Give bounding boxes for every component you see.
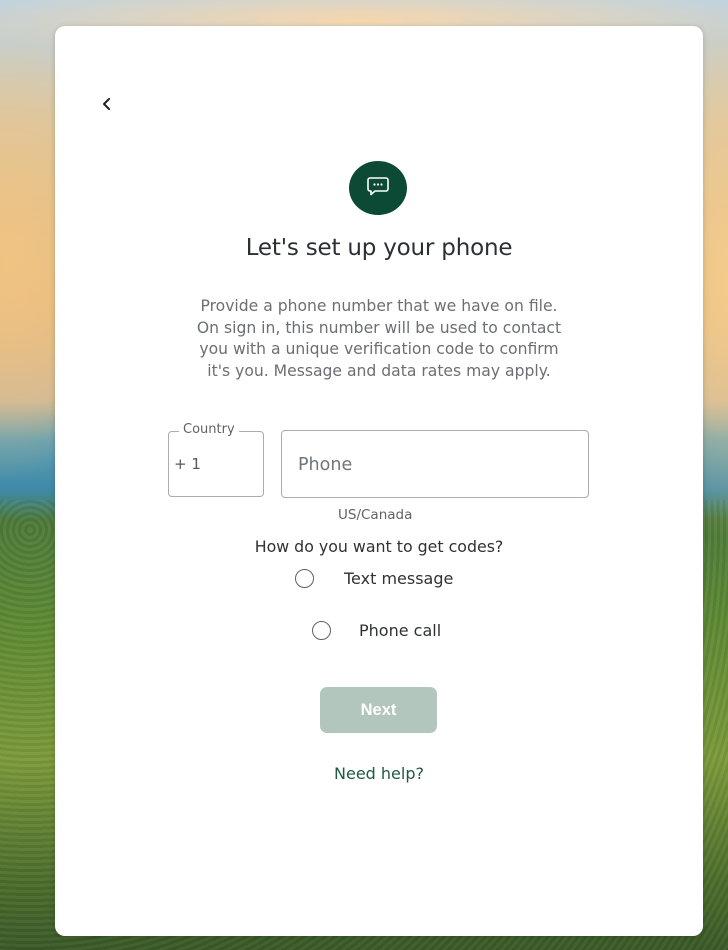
phone-input[interactable] xyxy=(296,449,570,481)
phone-call-radio[interactable] xyxy=(312,621,331,640)
description-line: Provide a phone number that we have on f… xyxy=(200,297,558,315)
text-message-option[interactable]: Text message xyxy=(295,569,453,588)
text-message-radio[interactable] xyxy=(295,569,314,588)
chat-message-icon xyxy=(366,175,390,202)
description-line: it's you. Message and data rates may app… xyxy=(207,361,551,380)
region-hint: US/Canada xyxy=(338,507,413,523)
need-help-link[interactable]: Need help? xyxy=(55,764,703,783)
phone-call-option[interactable]: Phone call xyxy=(312,621,441,640)
phone-field xyxy=(281,430,589,498)
text-message-label[interactable]: Text message xyxy=(344,569,453,588)
page-title: Let's set up your phone xyxy=(245,235,513,261)
header-badge xyxy=(349,161,407,215)
chevron-left-icon xyxy=(101,97,113,116)
setup-card: Let's set up your phone Provide a phone … xyxy=(55,26,703,936)
description-line: you with a unique verification code to c… xyxy=(199,340,559,358)
description-line: On sign in, this number will be used to … xyxy=(196,318,562,337)
country-select[interactable]: Country + 1 xyxy=(168,422,264,497)
description: Provide a phone number that we have on f… xyxy=(165,296,593,382)
back-button[interactable] xyxy=(95,94,119,118)
method-question: How do you want to get codes? xyxy=(254,537,504,556)
next-button[interactable]: Next xyxy=(320,687,437,733)
country-label: Country xyxy=(179,422,239,437)
country-code-value: + 1 xyxy=(174,455,201,473)
phone-call-label[interactable]: Phone call xyxy=(359,621,441,640)
